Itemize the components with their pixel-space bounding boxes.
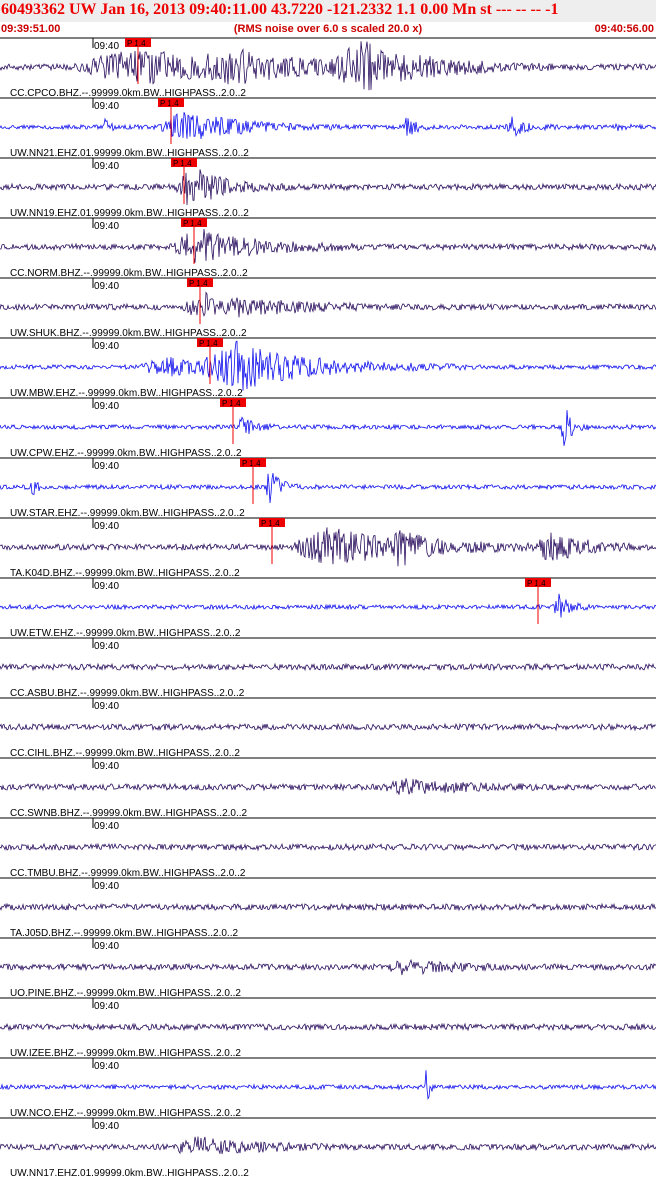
trace-label: CC.TMBU.BHZ.--.99999.0km.BW..HIGHPASS..2…	[10, 868, 246, 879]
pick-label: P 1.4	[199, 339, 218, 348]
pick-label: P 1.4	[127, 39, 146, 48]
waveform-trace	[0, 1022, 656, 1032]
trace-label: CC.NORM.BHZ.--.99999.0km.BW..HIGHPASS..2…	[10, 268, 248, 279]
minute-tick-label: 09:40	[94, 521, 119, 532]
minute-tick-label: 09:40	[94, 101, 119, 112]
pick-label: P 1.4	[261, 519, 280, 528]
minute-tick-label: 09:40	[94, 701, 119, 712]
waveform-trace	[0, 722, 656, 732]
pick-label: P 1.4	[242, 459, 261, 468]
minute-tick-label: 09:40	[94, 41, 119, 52]
trace-label: CC.CPCO.BHZ.--.99999.0km.BW..HIGHPASS..2…	[10, 88, 246, 99]
pick-label: P 1.4	[173, 159, 192, 168]
minute-tick-label: 09:40	[94, 641, 119, 652]
trace-label: UW.IZEE.BHZ.--.99999.0km.BW..HIGHPASS..2…	[10, 1048, 241, 1059]
minute-tick-label: 09:40	[94, 161, 119, 172]
trace-label: UW.NN17.EHZ.01.99999.0km.BW..HIGHPASS..2…	[10, 1168, 249, 1178]
pick-label: P 1.4	[222, 399, 241, 408]
pick-label: P 1.4	[527, 579, 546, 588]
waveform-trace	[0, 958, 656, 976]
waveform-trace	[0, 169, 656, 206]
trace-label: CC.SWNB.BHZ.--.99999.0km.BW..HIGHPASS..2…	[10, 808, 248, 819]
pick-label: P 1.4	[189, 279, 208, 288]
minute-tick-label: 09:40	[94, 1061, 119, 1072]
trace-label: CC.ASBU.BHZ.--.99999.0km.BW..HIGHPASS..2…	[10, 688, 245, 699]
minute-tick-label: 09:40	[94, 761, 119, 772]
trace-label: TA.J05D.BHZ.--.99999.0km.BW..HIGHPASS..2…	[10, 928, 238, 939]
pick-label: P 1.4	[160, 99, 179, 108]
waveform-trace	[0, 112, 656, 139]
minute-tick-label: 09:40	[94, 881, 119, 892]
trace-label: UW.NCO.EHZ.--.99999.0km.BW..HIGHPASS..2.…	[10, 1108, 241, 1119]
pick-label: P 1.4	[183, 219, 202, 228]
minute-tick-label: 09:40	[94, 461, 119, 472]
trace-label: UW.ETW.EHZ.--.99999.0km.BW..HIGHPASS..2.…	[10, 628, 241, 639]
minute-tick-label: 09:40	[94, 221, 119, 232]
seismogram-plot: 09:40 P 1.4CC.CPCO.BHZ.--.99999.0km.BW..H…	[0, 37, 656, 1178]
waveform-trace	[0, 1136, 656, 1155]
waveform-trace	[0, 842, 656, 852]
waveform-trace	[0, 662, 656, 672]
waveform-trace	[0, 291, 656, 318]
minute-tick-label: 09:40	[94, 1121, 119, 1132]
minute-tick-label: 09:40	[94, 821, 119, 832]
waveform-trace	[0, 410, 656, 446]
trace-label: CC.CIHL.BHZ.--.99999.0km.BW..HIGHPASS..2…	[10, 748, 240, 759]
seismogram-page: 60493362 UW Jan 16, 2013 09:40:11.00 43.…	[0, 0, 656, 1178]
waveform-trace	[0, 778, 656, 795]
trace-label: UW.MBW.EHZ.--.99999.0km.BW..HIGHPASS..2.…	[10, 388, 243, 399]
waveform-trace	[0, 527, 656, 567]
waveform-trace	[0, 593, 656, 618]
waveform-trace	[0, 473, 656, 504]
waveform-trace	[0, 902, 656, 912]
minute-tick-label: 09:40	[94, 1001, 119, 1012]
minute-tick-label: 09:40	[94, 581, 119, 592]
trace-label: TA.K04D.BHZ.--.99999.0km.BW..HIGHPASS..2…	[10, 568, 240, 579]
trace-label: UW.STAR.EHZ.--.99999.0km.BW..HIGHPASS..2…	[10, 508, 245, 519]
trace-label: UW.NN21.EHZ.01.99999.0km.BW..HIGHPASS..2…	[10, 148, 249, 159]
waveform-trace	[0, 1070, 656, 1101]
trace-label: UO.PINE.BHZ.--.99999.0km.BW..HIGHPASS..2…	[10, 988, 241, 999]
trace-label: UW.SHUK.BHZ.--.99999.0km.BW..HIGHPASS..2…	[10, 328, 247, 339]
waveform-trace	[0, 228, 656, 263]
minute-tick-label: 09:40	[94, 941, 119, 952]
minute-tick-label: 09:40	[94, 401, 119, 412]
trace-label: UW.CPW.EHZ.--.99999.0km.BW..HIGHPASS..2.…	[10, 448, 242, 459]
trace-label: UW.NN19.EHZ.01.99999.0km.BW..HIGHPASS..2…	[10, 208, 249, 219]
minute-tick-label: 09:40	[94, 281, 119, 292]
minute-tick-label: 09:40	[94, 341, 119, 352]
